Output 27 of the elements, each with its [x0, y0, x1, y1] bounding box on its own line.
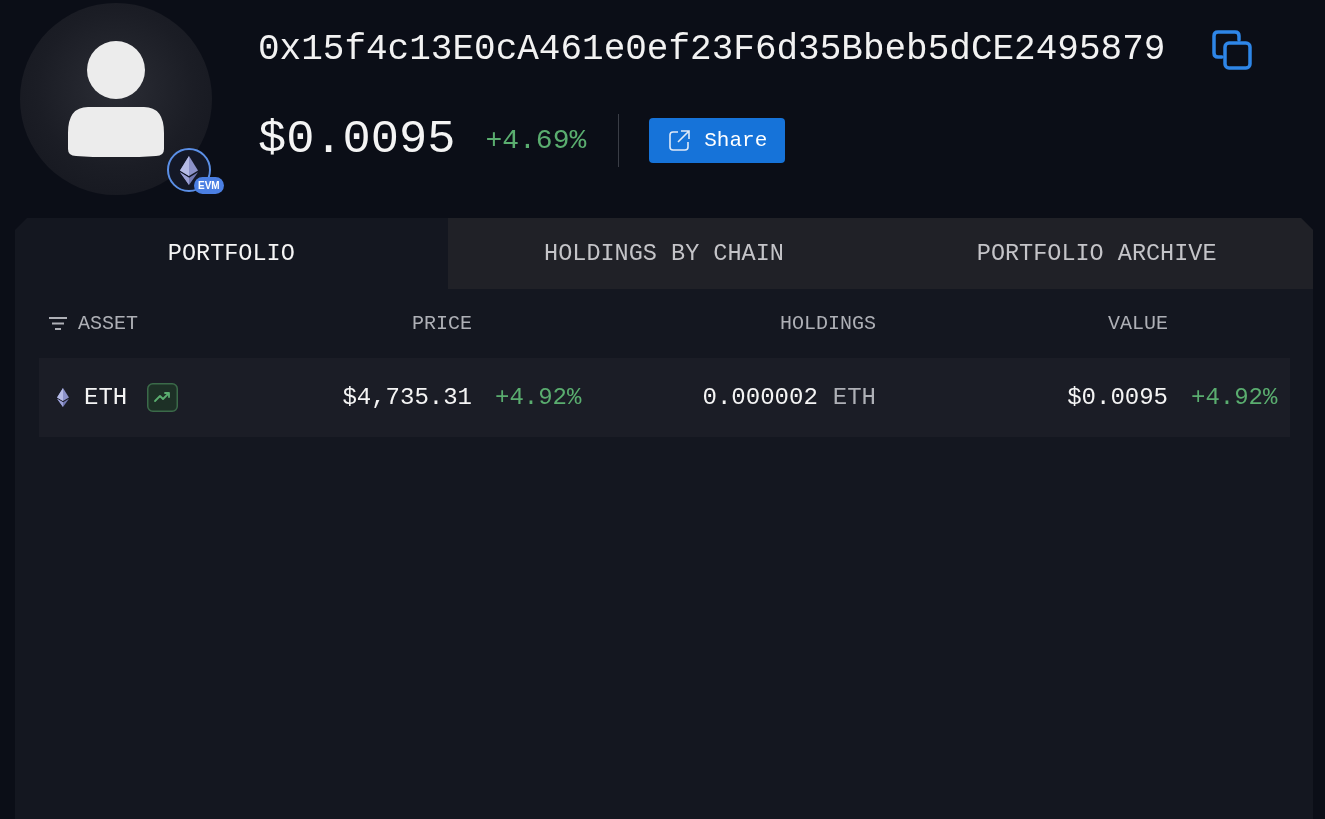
table-row[interactable]: ETH $4,735.31 +4.92% 0.000002 ETH $0.0095 +4.92% [39, 358, 1290, 437]
diamond-icon [180, 155, 198, 185]
external-link-icon [669, 129, 691, 151]
column-header: ASSET [78, 312, 138, 335]
change-percent: +4.69% [485, 124, 587, 156]
tab[interactable]: PORTFOLIO [15, 218, 448, 289]
change-percent: +4.92% [495, 384, 582, 411]
chain-tag: EVM [194, 177, 224, 194]
tab[interactable]: HOLDINGS BY CHAIN [447, 218, 881, 289]
value-amount: $0.0095 [1066, 384, 1168, 411]
filter-icon[interactable] [49, 317, 67, 330]
balance-value: $0.0095 [258, 112, 456, 168]
tab[interactable]: PORTFOLIO ARCHIVE [880, 218, 1313, 289]
holdings-amount: 0.000002 [702, 384, 818, 411]
diamond-icon [57, 388, 69, 407]
copy-icon[interactable] [1212, 30, 1253, 70]
trend-chart-icon [147, 383, 179, 412]
column-header: HOLDINGS [780, 312, 876, 335]
person-icon [68, 41, 164, 157]
column-header: PRICE [411, 312, 472, 335]
price-value: $4,735.31 [341, 384, 472, 411]
asset-name: ETH [84, 384, 128, 411]
holdings-unit: ETH [832, 384, 876, 411]
change-percent: +4.92% [1191, 384, 1278, 411]
share-button[interactable]: Share [649, 117, 786, 163]
column-header: VALUE [1107, 312, 1168, 335]
wallet-address: 0x15f4c13E0cA461e0ef23F6d35Bbeb5dCE2495879 [258, 29, 1166, 71]
